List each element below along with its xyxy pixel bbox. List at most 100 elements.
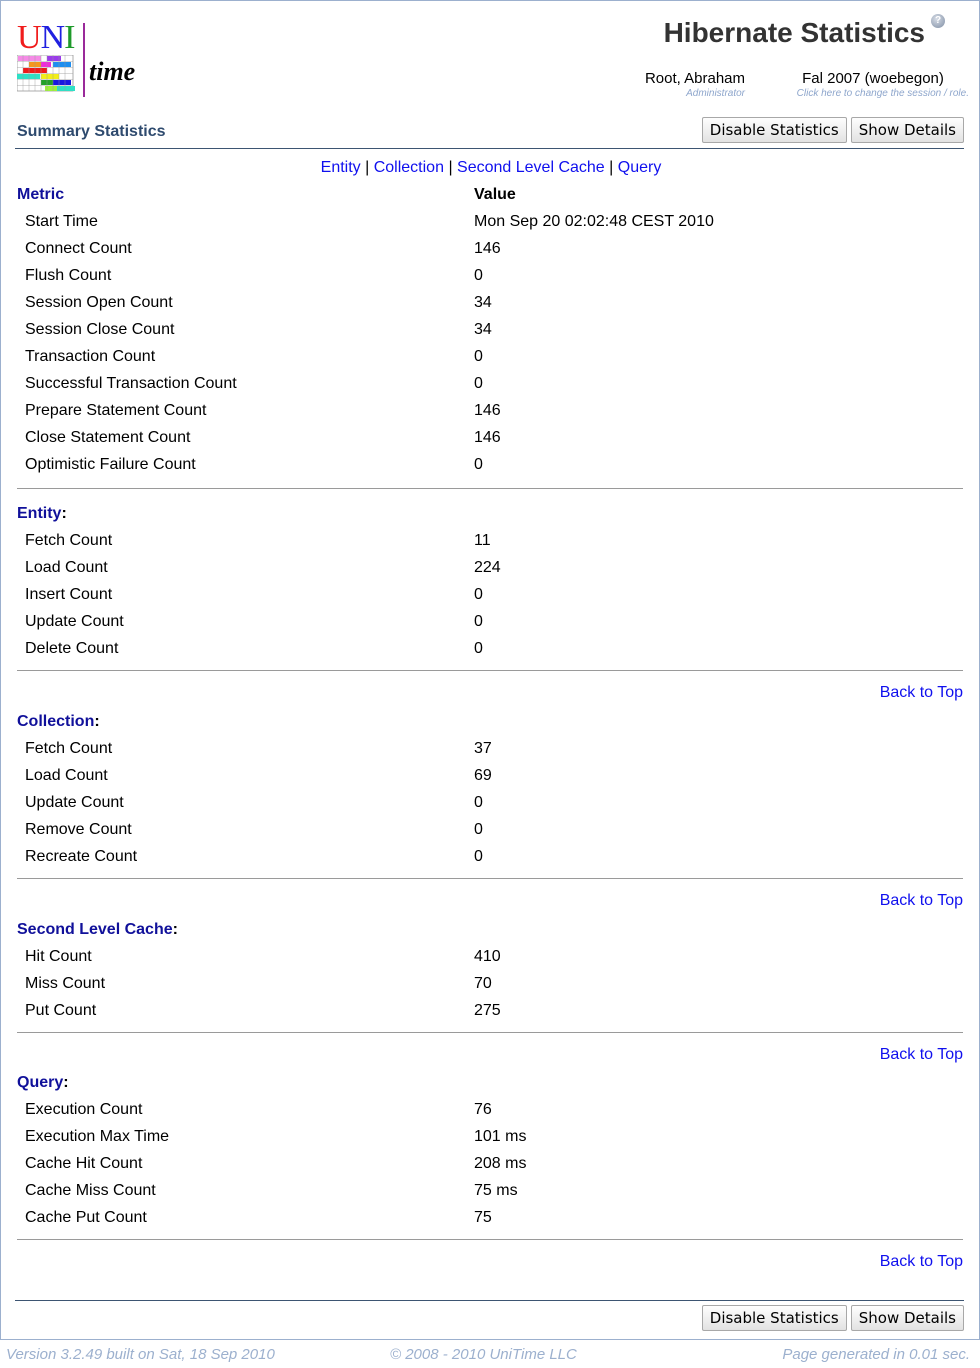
section-header-title: Summary Statistics — [17, 123, 166, 140]
help-icon[interactable]: ? — [931, 14, 945, 28]
back-to-top-link[interactable]: Back to Top — [880, 892, 963, 910]
nav-link-query[interactable]: Query — [618, 159, 662, 176]
section-title-text: Collection — [17, 713, 95, 730]
section-separator — [17, 878, 963, 879]
stat-row-value: 0 — [474, 848, 483, 865]
footer-divider — [15, 1300, 964, 1301]
logo-letter-u: U — [17, 19, 42, 56]
section-title-text: Query — [17, 1074, 64, 1091]
metric-column-header: Metric — [17, 186, 65, 203]
section-title-colon: : — [63, 1074, 69, 1091]
section-title-colon: : — [61, 505, 67, 522]
stat-row-value: 224 — [474, 559, 501, 576]
stat-row-label: Miss Count — [25, 975, 106, 992]
section-title-text: Entity — [17, 505, 62, 522]
user-role: Administrator — [686, 88, 745, 99]
stat-row-value: 0 — [474, 586, 483, 603]
stat-row-value: 76 — [474, 1101, 492, 1118]
section-title-query: Query: — [17, 1074, 69, 1092]
summary-row-value: Mon Sep 20 02:02:48 CEST 2010 — [474, 213, 714, 230]
nav-link-collection[interactable]: Collection — [374, 159, 444, 176]
stat-row-value: 70 — [474, 975, 492, 992]
back-to-top-link[interactable]: Back to Top — [880, 1253, 963, 1271]
unitime-logo[interactable]: UNI time — [15, 21, 145, 99]
session-info[interactable]: Fal 2007 (woebegon) Click here to change… — [777, 70, 969, 99]
show-details-button[interactable]: Show Details — [850, 117, 964, 143]
section-separator — [17, 488, 963, 489]
footer-copyright[interactable]: © 2008 - 2010 UniTime LLC — [390, 1346, 577, 1363]
stat-row-label: Insert Count — [25, 586, 113, 603]
stat-row-label: Cache Hit Count — [25, 1155, 143, 1172]
footer-generated: Page generated in 0.01 sec. — [782, 1346, 970, 1363]
section-title-text: Second Level Cache — [17, 921, 173, 938]
nav-link-entity[interactable]: Entity — [321, 159, 361, 176]
stat-row-label: Delete Count — [25, 640, 119, 657]
section-title-colon: : — [94, 713, 100, 730]
summary-row-value: 0 — [474, 267, 483, 284]
nav-separator: | — [365, 159, 370, 176]
summary-row-value: 146 — [474, 429, 501, 446]
stat-row-label: Execution Count — [25, 1101, 143, 1118]
summary-row-label: Close Statement Count — [25, 429, 191, 446]
session-change-hint[interactable]: Click here to change the session / role. — [777, 88, 969, 99]
logo-letter-i: I — [64, 19, 75, 56]
stat-row-label: Update Count — [25, 613, 124, 630]
stat-row-label: Recreate Count — [25, 848, 138, 865]
summary-row-label: Start Time — [25, 213, 98, 230]
stat-row-value: 0 — [474, 794, 483, 811]
stat-row-value: 69 — [474, 767, 492, 784]
summary-row-value: 146 — [474, 402, 501, 419]
section-title-second-level-cache: Second Level Cache: — [17, 921, 178, 939]
bottom-button-bar: Disable Statistics Show Details — [701, 1305, 964, 1331]
summary-row-value: 0 — [474, 375, 483, 392]
back-to-top-link[interactable]: Back to Top — [880, 1046, 963, 1064]
user-info[interactable]: Root, Abraham Administrator — [637, 70, 745, 99]
summary-row-value: 0 — [474, 348, 483, 365]
user-name: Root, Abraham — [644, 70, 745, 87]
stat-row-label: Fetch Count — [25, 740, 113, 757]
value-column-header: Value — [474, 186, 516, 203]
show-details-button-bottom[interactable]: Show Details — [850, 1305, 964, 1331]
stat-row-label: Execution Max Time — [25, 1128, 170, 1145]
summary-row-label: Connect Count — [25, 240, 132, 257]
section-separator — [17, 1032, 963, 1033]
section-separator — [17, 670, 963, 671]
logo-uni-text: UNI — [17, 19, 75, 56]
summary-row-label: Flush Count — [25, 267, 112, 284]
summary-row-label: Session Open Count — [25, 294, 173, 311]
section-separator — [17, 1239, 963, 1240]
summary-row-value: 34 — [474, 294, 492, 311]
logo-time-text: time — [89, 57, 136, 86]
disable-statistics-button[interactable]: Disable Statistics — [701, 117, 847, 143]
logo-timetable-icon — [17, 55, 75, 92]
stat-row-label: Remove Count — [25, 821, 132, 838]
back-to-top-link[interactable]: Back to Top — [880, 684, 963, 702]
logo-letter-n: N — [40, 19, 66, 56]
section-title-colon: : — [172, 921, 178, 938]
disable-statistics-button-bottom[interactable]: Disable Statistics — [701, 1305, 847, 1331]
nav-link-second-level-cache[interactable]: Second Level Cache — [457, 159, 605, 176]
stat-row-label: Update Count — [25, 794, 124, 811]
stat-row-value: 410 — [474, 948, 501, 965]
summary-row-label: Successful Transaction Count — [25, 375, 237, 392]
summary-row-label: Prepare Statement Count — [25, 402, 207, 419]
summary-row-label: Transaction Count — [25, 348, 156, 365]
stat-row-label: Load Count — [25, 767, 108, 784]
stat-row-value: 275 — [474, 1002, 501, 1019]
stat-row-label: Load Count — [25, 559, 108, 576]
stat-row-value: 0 — [474, 640, 483, 657]
page-frame: UNI time Hibernate Statistics ? Root, Ab… — [0, 0, 980, 1340]
stat-row-value: 0 — [474, 613, 483, 630]
summary-row-value: 0 — [474, 456, 483, 473]
summary-row-value: 146 — [474, 240, 501, 257]
logo-divider — [83, 23, 85, 97]
section-nav: Entity | Collection | Second Level Cache… — [1, 159, 980, 177]
header-divider — [15, 148, 964, 149]
stat-row-label: Hit Count — [25, 948, 92, 965]
stat-row-value: 75 ms — [474, 1182, 518, 1199]
stat-row-label: Cache Miss Count — [25, 1182, 156, 1199]
nav-separator: | — [448, 159, 453, 176]
nav-separator: | — [609, 159, 614, 176]
stat-row-value: 37 — [474, 740, 492, 757]
summary-row-label: Optimistic Failure Count — [25, 456, 196, 473]
